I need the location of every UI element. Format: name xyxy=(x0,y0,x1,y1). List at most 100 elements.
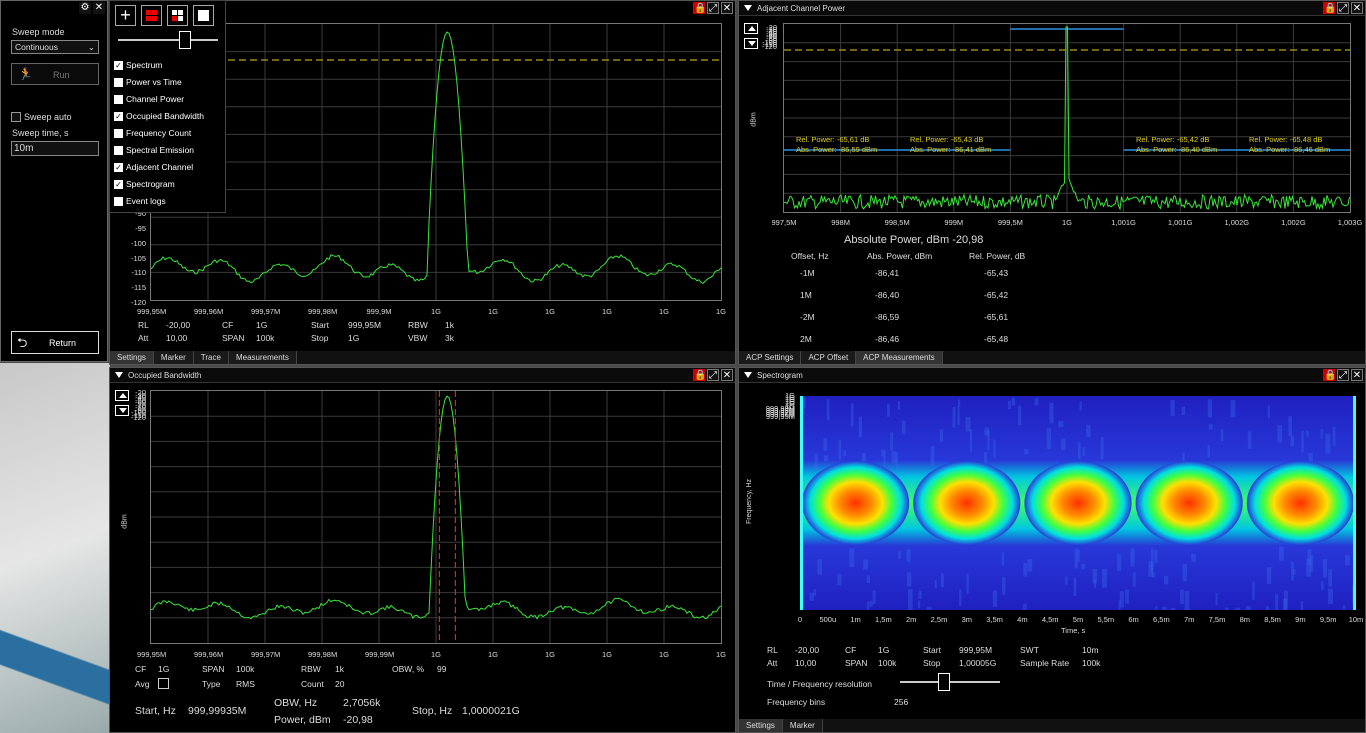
noise-streak xyxy=(965,417,971,432)
acp-window-buttons: 🔒 ⤢ ✕ xyxy=(1323,2,1363,14)
collapse-icon[interactable] xyxy=(115,372,123,378)
close-icon[interactable]: ✕ xyxy=(1351,369,1363,381)
close-icon[interactable]: ✕ xyxy=(93,2,105,14)
sg-xticks-label: 2m xyxy=(905,615,917,624)
tab-settings[interactable]: Settings xyxy=(110,351,154,364)
layout-single-icon[interactable] xyxy=(193,5,214,26)
obw-xticks-label: 1G xyxy=(544,650,555,659)
cf-label: CF xyxy=(222,320,234,330)
sg-xticks-label: 9,5m xyxy=(1319,615,1337,624)
acp-title-bar: Adjacent Channel Power xyxy=(739,1,1365,16)
checkbox-icon[interactable]: ✓ xyxy=(114,112,123,121)
collapse-icon[interactable] xyxy=(744,5,752,11)
spectrogram-heatmap xyxy=(800,396,1356,610)
avg-checkbox[interactable] xyxy=(158,678,169,689)
lock-icon[interactable]: 🔒 xyxy=(1323,369,1336,381)
tab-acp-measurements[interactable]: ACP Measurements xyxy=(856,351,943,364)
measurement-menu: + ✓ Spectrum Power vs Time Channel Power ✓ Oc… xyxy=(109,0,226,213)
acp-table-cell: -86,40 xyxy=(875,290,900,300)
acp-abs-annotation: Abs. Power: -86,41 dBm xyxy=(910,145,991,154)
spec-yticks-label: -115 xyxy=(131,283,146,293)
noise-streak xyxy=(1306,430,1309,437)
menu-item[interactable]: ✓ Adjacent Channel xyxy=(114,161,222,175)
noise-streak xyxy=(1008,400,1011,410)
lock-icon[interactable]: 🔒 xyxy=(1323,2,1336,14)
rbw-label: RBW xyxy=(301,664,321,674)
tab-acp-settings[interactable]: ACP Settings xyxy=(739,351,802,364)
menu-item[interactable]: ✓ Spectrogram xyxy=(114,178,222,192)
sweep-auto-checkbox[interactable] xyxy=(11,112,21,122)
tf-resolution-slider[interactable] xyxy=(900,672,1000,692)
maximize-icon[interactable]: ⤢ xyxy=(1337,369,1349,381)
noise-streak xyxy=(1100,437,1104,460)
menu-item[interactable]: Power vs Time xyxy=(114,76,222,90)
noise-streak xyxy=(1058,420,1064,428)
menu-item[interactable]: Spectral Emission xyxy=(114,144,222,158)
run-button[interactable]: 🏃 Run xyxy=(11,63,99,85)
lock-icon[interactable]: 🔒 xyxy=(693,2,706,14)
acp-table-cell: -2M xyxy=(800,312,815,322)
menu-item[interactable]: ✓ Occupied Bandwidth xyxy=(114,110,222,124)
obw-yticks-label: -120 xyxy=(130,413,146,422)
cf-label: CF xyxy=(135,664,147,674)
swt-value: 10m xyxy=(1082,645,1099,655)
run-label: Run xyxy=(53,70,70,80)
checkbox-icon[interactable] xyxy=(114,95,123,104)
absolute-power: Absolute Power, dBm -20,98 xyxy=(844,234,984,246)
acp-rel-annotation: Rel. Power: -65,42 dB xyxy=(1136,135,1209,144)
tab-acp-offset[interactable]: ACP Offset xyxy=(801,351,857,364)
close-icon[interactable]: ✕ xyxy=(1351,2,1363,14)
att-value: 10,00 xyxy=(795,658,817,668)
sweep-time-input[interactable]: 10m xyxy=(11,141,99,156)
noise-streak xyxy=(993,439,996,458)
tab-marker[interactable]: Marker xyxy=(153,351,194,364)
noise-streak xyxy=(1073,577,1077,597)
tab-settings[interactable]: Settings xyxy=(739,719,783,732)
spec-xticks-label: 1G xyxy=(487,307,498,316)
tab-marker[interactable]: Marker xyxy=(782,719,823,732)
noise-streak xyxy=(1163,576,1169,585)
noise-streak xyxy=(1275,594,1279,610)
maximize-icon[interactable]: ⤢ xyxy=(707,2,719,14)
close-icon[interactable]: ✕ xyxy=(721,369,733,381)
layout-slider[interactable] xyxy=(118,31,218,49)
gear-icon[interactable]: ⚙ xyxy=(79,2,91,14)
acp-plot[interactable]: Rel. Power: -65,61 dB Abs. Power: -86,59 … xyxy=(783,23,1351,213)
menu-item[interactable]: Frequency Count xyxy=(114,127,222,141)
menu-item[interactable]: Event logs xyxy=(114,195,222,209)
acp-table-cell: -65,48 xyxy=(984,334,1009,344)
tf-resolution-thumb[interactable] xyxy=(938,673,950,691)
maximize-icon[interactable]: ⤢ xyxy=(707,369,719,381)
checkbox-icon[interactable]: ✓ xyxy=(114,180,123,189)
layout-slider-thumb[interactable] xyxy=(179,31,191,49)
checkbox-icon[interactable] xyxy=(114,129,123,138)
obw-xticks-label: 1G xyxy=(430,650,441,659)
obw-plot[interactable] xyxy=(150,390,722,644)
collapse-icon[interactable] xyxy=(744,372,752,378)
menu-item[interactable]: ✓ Spectrum xyxy=(114,59,222,73)
sweep-mode-select[interactable]: Continuous ⌄ xyxy=(11,40,99,54)
checkbox-icon[interactable] xyxy=(114,78,123,87)
rbw-label: RBW xyxy=(408,320,428,330)
cf-value: 1G xyxy=(878,645,890,655)
swt-label: SWT xyxy=(1020,645,1039,655)
noise-streak xyxy=(1151,572,1156,578)
add-window-icon[interactable]: + xyxy=(115,5,136,26)
spectrum-plot[interactable] xyxy=(150,23,722,301)
layout-2x2-icon[interactable] xyxy=(141,5,162,26)
spec-xticks-label: 999,96M xyxy=(194,307,224,316)
maximize-icon[interactable]: ⤢ xyxy=(1337,2,1349,14)
lock-icon[interactable]: 🔒 xyxy=(693,369,706,381)
checkbox-icon[interactable]: ✓ xyxy=(114,61,123,70)
noise-streak xyxy=(984,427,990,436)
checkbox-icon[interactable] xyxy=(114,146,123,155)
checkbox-icon[interactable] xyxy=(114,197,123,206)
menu-item[interactable]: Channel Power xyxy=(114,93,222,107)
tab-trace[interactable]: Trace xyxy=(193,351,229,364)
layout-grid-icon[interactable] xyxy=(167,5,188,26)
spectrogram-plot[interactable] xyxy=(800,396,1356,610)
return-button[interactable]: ⮌ Return xyxy=(11,331,99,354)
checkbox-icon[interactable]: ✓ xyxy=(114,163,123,172)
close-icon[interactable]: ✕ xyxy=(721,2,733,14)
tab-measurements[interactable]: Measurements xyxy=(228,351,297,364)
